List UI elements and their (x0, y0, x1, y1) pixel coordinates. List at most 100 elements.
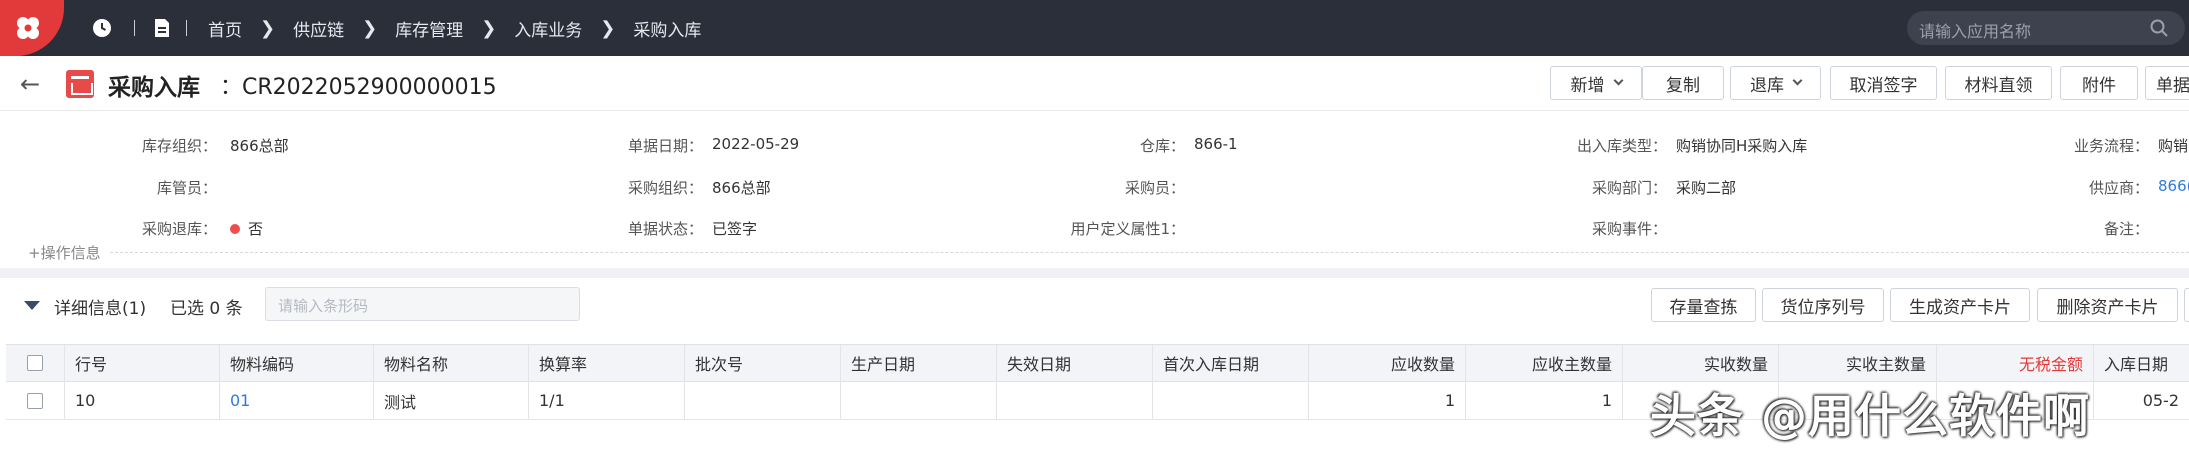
table-cell: 10 (64, 382, 219, 419)
return-stock-button[interactable]: 退库 (1730, 66, 1821, 100)
breadcrumb-arrow-icon: ❯ (600, 17, 616, 39)
table-cell: 1 (1465, 382, 1622, 419)
page-header: ← 采购入库 ：CR2022052900000015 新增 复制 退库 取消签字… (0, 56, 2189, 111)
column-header[interactable]: 失效日期 (996, 345, 1152, 381)
info-label: 用户定义属性1： (1070, 220, 1185, 238)
info-label: 单据状态： (627, 220, 703, 238)
column-header[interactable]: 行号 (64, 345, 219, 381)
page-title: 采购入库 (108, 75, 200, 101)
search-icon[interactable] (2149, 18, 2169, 38)
return-stock-label: 退库 (1750, 75, 1784, 96)
document-info-panel: 库存组织： 866总部 单据日期： 2022-05-29 仓库： 866-1 出… (0, 111, 2189, 263)
collapse-triangle-icon[interactable] (24, 301, 40, 310)
column-header[interactable]: 应收数量 (1308, 345, 1465, 381)
column-header[interactable]: 应收主数量 (1465, 345, 1622, 381)
document-icon[interactable] (150, 16, 174, 40)
info-label: 采购退库： (141, 220, 217, 238)
info-label: 供应商： (2088, 179, 2149, 197)
purchase-doc-icon (66, 70, 94, 98)
info-label: 采购部门： (1591, 179, 1667, 197)
barcode-input[interactable]: 请输入条形码 (265, 287, 580, 321)
selected-count: 已选 0 条 (170, 299, 243, 319)
barcode-placeholder: 请输入条形码 (278, 297, 369, 315)
info-value: 2022-05-29 (712, 135, 800, 153)
info-value: 866总部 (712, 179, 771, 197)
breadcrumb-supply-chain[interactable]: 供应链 (293, 16, 344, 41)
status-dot-icon (230, 224, 240, 234)
info-label: 备注： (2103, 220, 2149, 238)
breadcrumb-purchase-inbound[interactable]: 采购入库 (633, 16, 701, 41)
breadcrumb-inbound[interactable]: 入库业务 (514, 16, 582, 41)
chevron-down-icon (1792, 75, 1803, 86)
document-more-label: 单据 (2156, 75, 2189, 96)
breadcrumb: 首页 ❯ 供应链 ❯ 库存管理 ❯ 入库业务 ❯ 采购入库 (208, 0, 701, 56)
table-cell: 1/1 (528, 382, 684, 419)
document-more-button[interactable]: 单据 (2145, 66, 2189, 100)
select-all-checkbox[interactable] (27, 355, 43, 371)
generate-asset-card-button[interactable]: 生成资产卡片 (1890, 288, 2030, 322)
table-cell (684, 382, 840, 419)
location-serial-button[interactable]: 货位序列号 (1762, 288, 1884, 322)
table-cell (840, 382, 996, 419)
info-label: 仓库： (1139, 137, 1185, 155)
clock-icon[interactable] (90, 16, 114, 40)
column-header[interactable]: 生产日期 (840, 345, 996, 381)
back-arrow-icon[interactable]: ← (20, 70, 40, 98)
toolbar-divider (186, 20, 187, 36)
add-new-label: 新增 (1570, 75, 1605, 96)
attachment-button[interactable]: 附件 (2060, 66, 2138, 100)
info-label: 出入库类型： (1576, 137, 1667, 155)
column-header[interactable]: 无税金额 (1936, 345, 2093, 381)
toolbar-divider (134, 20, 135, 36)
generate-asset-card-label: 生成资产卡片 (1909, 297, 2011, 318)
info-label: 采购组织： (627, 179, 703, 197)
breadcrumb-inventory[interactable]: 库存管理 (395, 16, 463, 41)
material-direct-button[interactable]: 材料直领 (1945, 66, 2052, 100)
watermark: 头条 @用什么软件啊 (1650, 389, 2091, 443)
table-cell: 1 (1308, 382, 1465, 419)
detail-toolbar: 详细信息(1) 已选 0 条 请输入条形码 存量查拣 货位序列号 生成资产卡片 … (0, 278, 2189, 344)
purchase-return-text: 否 (248, 220, 264, 238)
search-placeholder: 请输入应用名称 (1919, 22, 2032, 41)
copy-button[interactable]: 复制 (1642, 66, 1724, 100)
section-divider (0, 268, 2189, 278)
info-value: 购销协同H采购入库 (1676, 137, 1808, 155)
table-cell (1152, 382, 1308, 419)
table-header: 行号 物料编码 物料名称 换算率 批次号 生产日期 失效日期 首次入库日期 应收… (6, 344, 2189, 382)
table-cell: 05-2 (2093, 382, 2189, 419)
row-checkbox[interactable] (27, 392, 43, 409)
breadcrumb-arrow-icon: ❯ (260, 17, 276, 39)
material-code-link[interactable]: 01 (219, 382, 373, 419)
column-header[interactable]: 批次号 (684, 345, 840, 381)
column-header[interactable]: 物料名称 (373, 345, 528, 381)
app-logo[interactable] (0, 0, 64, 56)
info-value: 购销 (2158, 137, 2189, 155)
status-badge: 已签字 (712, 220, 758, 238)
column-header[interactable]: 换算率 (528, 345, 684, 381)
row-select-cell (6, 382, 64, 419)
column-header[interactable]: 入库日期 (2093, 345, 2189, 381)
breadcrumb-home[interactable]: 首页 (208, 16, 242, 41)
more-button[interactable] (2184, 288, 2189, 322)
info-label: 采购员： (1124, 179, 1185, 197)
app-search-input[interactable]: 请输入应用名称 (1907, 11, 2185, 45)
info-label: 库管员： (156, 179, 217, 197)
column-header[interactable]: 首次入库日期 (1152, 345, 1308, 381)
breadcrumb-arrow-icon: ❯ (362, 17, 378, 39)
column-header[interactable]: 实收主数量 (1778, 345, 1936, 381)
stock-lookup-button[interactable]: 存量查拣 (1651, 288, 1756, 322)
operation-info-toggle[interactable]: +操作信息 (28, 242, 101, 263)
table-cell: 测试 (373, 382, 528, 419)
detail-title: 详细信息(1) (54, 299, 147, 319)
cancel-sign-button[interactable]: 取消签字 (1830, 66, 1937, 100)
copy-label: 复制 (1666, 75, 1700, 96)
column-header[interactable]: 实收数量 (1622, 345, 1778, 381)
column-header[interactable]: 物料编码 (219, 345, 373, 381)
info-value: 采购二部 (1676, 179, 1737, 197)
document-number: ：CR2022052900000015 (220, 75, 497, 100)
cancel-sign-label: 取消签字 (1849, 75, 1918, 96)
delete-asset-card-button[interactable]: 删除资产卡片 (2037, 288, 2178, 322)
supplier-link[interactable]: 866( (2158, 177, 2189, 195)
add-new-button[interactable]: 新增 (1550, 66, 1642, 100)
delete-asset-card-label: 删除资产卡片 (2056, 297, 2159, 318)
